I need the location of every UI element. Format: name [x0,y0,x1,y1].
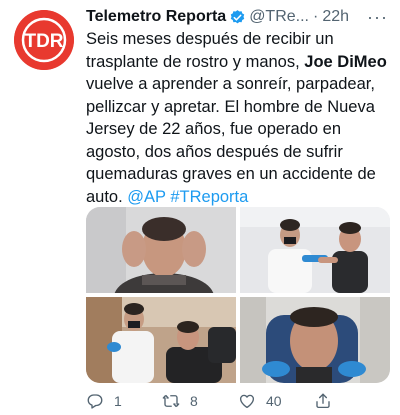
tweet-text: Seis meses después de recibir un traspla… [86,28,390,208]
tweet-header: Telemetro Reporta @TRe... · 22h ··· [86,6,390,28]
tweet-text-part-1: Seis meses después de recibir un traspla… [86,30,334,71]
reply-icon [87,394,103,409]
photo-1[interactable] [86,207,236,293]
verified-badge-icon [229,9,246,26]
retweet-count: 8 [190,393,198,409]
photo-man-hands-face-icon [86,207,236,293]
like-button[interactable]: 40 [238,392,314,410]
tdr-logo-icon: TDR [14,10,74,70]
photo-therapy-session-icon [86,297,236,383]
hashtag-link[interactable]: #TReporta [170,188,248,206]
media-grid [86,207,390,383]
tweet-timestamp[interactable]: 22h [322,8,349,26]
reply-button[interactable]: 1 [86,392,162,410]
tweet-content: Telemetro Reporta @TRe... · 22h ··· Seis… [86,6,390,208]
account-name[interactable]: Telemetro Reporta [86,8,226,26]
mention-link[interactable]: @AP [127,188,165,206]
reply-count: 1 [114,393,122,409]
tweet-actions: 1 8 40 [86,390,390,412]
retweet-button[interactable]: 8 [162,392,238,410]
photo-4[interactable] [240,297,390,383]
photo-2[interactable] [240,207,390,293]
tweet-text-bold-name: Joe DiMeo [304,52,387,71]
tweet-text-part-2: vuelve a aprender a sonreír, parpadear, … [86,75,376,206]
photo-patient-closeup-icon [240,297,390,383]
separator-dot: · [313,8,319,25]
avatar-logo-text: TDR [24,31,63,52]
share-icon [316,393,330,409]
photo-doctor-examining-icon [240,207,390,293]
photo-3[interactable] [86,297,236,383]
like-count: 40 [266,393,282,409]
avatar[interactable]: TDR [14,10,74,70]
account-handle[interactable]: @TRe... [249,8,309,26]
share-button[interactable] [314,392,390,410]
retweet-icon [162,394,180,408]
heart-icon [239,394,255,409]
more-options-icon[interactable]: ··· [367,7,390,28]
